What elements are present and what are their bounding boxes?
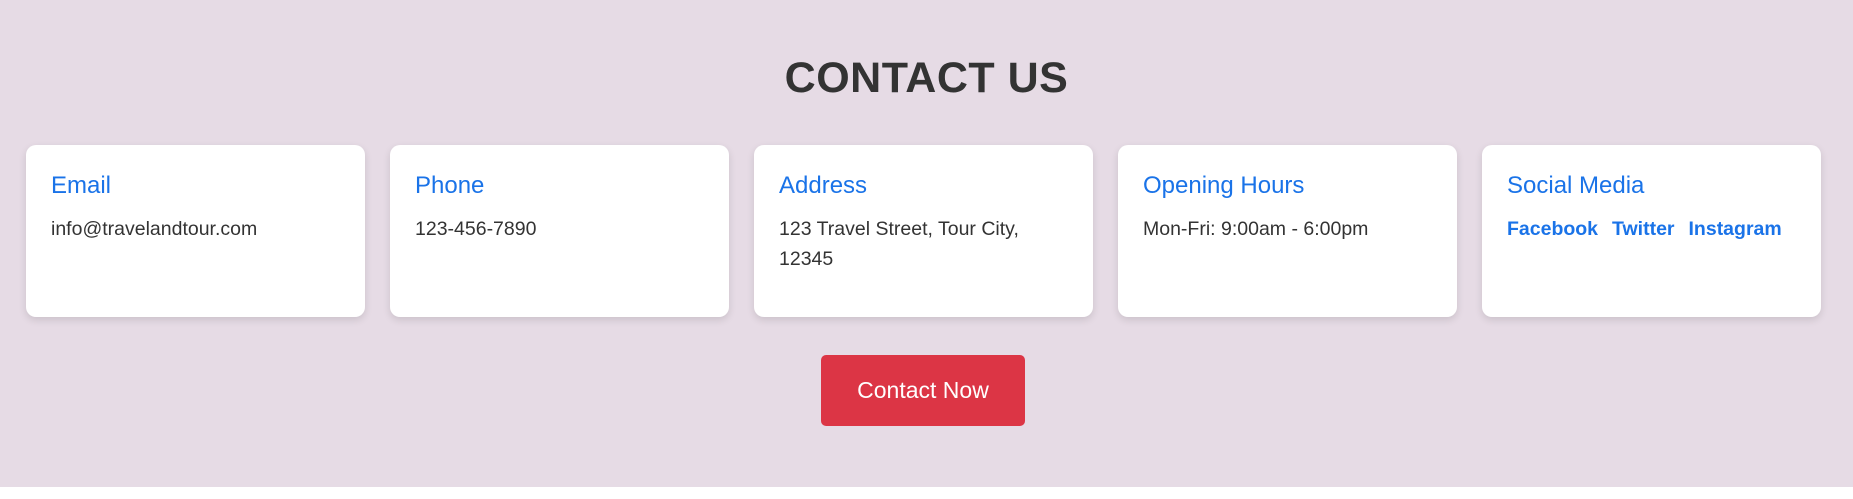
card-address: Address 123 Travel Street, Tour City, 12…: [754, 145, 1093, 317]
contact-now-button[interactable]: Contact Now: [821, 355, 1025, 426]
card-title-phone: Phone: [415, 172, 485, 199]
phone-value: 123-456-7890: [415, 218, 537, 240]
facebook-link[interactable]: Facebook: [1507, 214, 1598, 244]
twitter-link[interactable]: Twitter: [1612, 214, 1674, 244]
opening-hours-value: Mon-Fri: 9:00am - 6:00pm: [1143, 218, 1369, 240]
card-title-address: Address: [779, 172, 868, 199]
card-email: Email info@travelandtour.com: [26, 145, 365, 317]
instagram-link[interactable]: Instagram: [1689, 214, 1782, 244]
card-title-email: Email: [51, 172, 112, 199]
card-title-social-media: Social Media: [1507, 172, 1645, 199]
card-phone: Phone 123-456-7890: [390, 145, 729, 317]
contact-cards: Email info@travelandtour.com Phone 123-4…: [26, 145, 1821, 317]
social-links: Facebook Twitter Instagram: [1507, 214, 1797, 244]
address-value: 123 Travel Street, Tour City, 12345: [779, 218, 1019, 270]
contact-section: CONTACT US Email info@travelandtour.com …: [0, 0, 1853, 487]
card-opening-hours: Opening Hours Mon-Fri: 9:00am - 6:00pm: [1118, 145, 1457, 317]
card-title-opening-hours: Opening Hours: [1143, 172, 1305, 199]
page-title: CONTACT US: [784, 54, 1069, 102]
email-value: info@travelandtour.com: [51, 218, 258, 240]
card-social-media: Social Media Facebook Twitter Instagram: [1482, 145, 1821, 317]
